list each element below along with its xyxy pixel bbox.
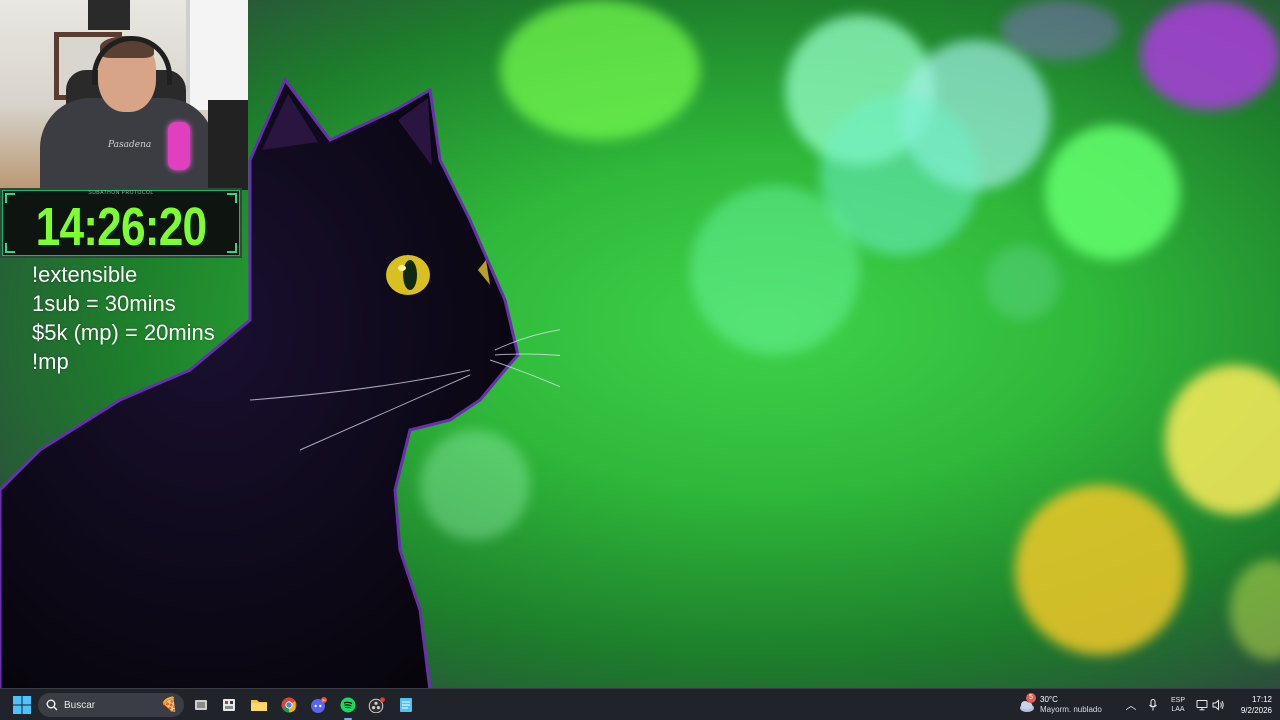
volume-button[interactable] <box>1210 693 1226 717</box>
windows-logo-icon <box>13 696 31 714</box>
obs-icon <box>368 697 385 713</box>
discord-badge: 9+ <box>322 699 326 703</box>
bokeh-light <box>1165 365 1280 515</box>
subathon-timer: 14:26:20 <box>35 197 208 257</box>
desktop: Pasadena SUBATHON PROTOCOL 14:26:20 !ext… <box>0 0 1280 720</box>
webcam-feed: Pasadena <box>0 0 248 190</box>
spotify-button[interactable] <box>335 693 361 720</box>
weather-description: Mayorm. nublado <box>1040 705 1102 714</box>
search-placeholder: Buscar <box>64 699 96 711</box>
monitor <box>208 100 248 190</box>
clock-time: 17:12 <box>1251 695 1272 704</box>
bokeh-light <box>1015 485 1185 655</box>
chrome-icon <box>281 697 297 713</box>
subathon-rules: !extensible 1sub = 30mins $5k (mp) = 20m… <box>32 260 215 376</box>
window-curtain <box>186 0 248 110</box>
notepad-button[interactable] <box>393 693 419 717</box>
shirt-text: Pasadena <box>108 140 152 150</box>
input-language-button[interactable]: ESP LAA <box>1166 693 1190 717</box>
notepad-icon <box>400 698 412 712</box>
subathon-timer-panel: SUBATHON PROTOCOL 14:26:20 <box>0 188 242 258</box>
file-explorer-button[interactable] <box>246 693 272 717</box>
language-code: ESP <box>1170 697 1185 704</box>
keyboard-layout: LAA <box>1171 706 1185 713</box>
bokeh-light <box>1000 0 1120 60</box>
clock-button[interactable]: 17:12 9/2/2026 <box>1228 693 1272 717</box>
start-button[interactable] <box>10 693 34 717</box>
rule-line: !mp <box>32 349 69 374</box>
discord-icon: 9+ <box>311 697 327 713</box>
microphone-tray-button[interactable] <box>1146 693 1160 717</box>
taskbar-search[interactable]: Buscar 🍕 <box>38 693 184 717</box>
network-button[interactable] <box>1194 693 1210 717</box>
bokeh-light <box>1045 125 1180 260</box>
speaker-icon <box>1212 699 1224 711</box>
tv <box>88 0 130 30</box>
task-view-icon <box>195 700 207 710</box>
folder-icon <box>251 700 267 711</box>
frame-corner <box>5 243 15 253</box>
rule-line: $5k (mp) = 20mins <box>32 320 215 345</box>
widgets-icon <box>223 699 235 711</box>
task-view-button[interactable] <box>188 693 214 717</box>
weather-text: 30°C Mayorm. nublado <box>1040 695 1102 715</box>
bokeh-light <box>985 245 1060 320</box>
bokeh-light <box>690 185 860 355</box>
obs-button[interactable] <box>364 693 390 717</box>
weather-widget[interactable]: 5 30°C Mayorm. nublado <box>1018 693 1116 717</box>
discord-button[interactable]: 9+ <box>306 693 332 717</box>
microphone-icon <box>1149 699 1157 711</box>
frame-corner <box>227 243 237 253</box>
rule-line: 1sub = 30mins <box>32 291 176 316</box>
weather-temperature: 30°C <box>1040 695 1058 704</box>
timer-caption: SUBATHON PROTOCOL <box>88 190 154 196</box>
network-monitor-icon <box>1196 700 1208 711</box>
rule-line: !extensible <box>32 262 138 287</box>
chevron-up-icon: ︿ <box>1125 700 1137 712</box>
bokeh-light <box>1230 560 1280 660</box>
spotify-icon <box>340 697 356 713</box>
bokeh-light <box>1140 0 1280 110</box>
weather-badge: 5 <box>1026 693 1036 703</box>
taskbar: Buscar 🍕 9+ 5 30°C Mayorm. nublado ︿ ESP… <box>0 688 1280 720</box>
pizza-icon: 🍕 <box>160 696 178 712</box>
show-hidden-icons-button[interactable]: ︿ <box>1124 693 1138 717</box>
widgets-button[interactable] <box>216 693 242 717</box>
chrome-button[interactable] <box>276 693 302 717</box>
microphone <box>168 122 190 170</box>
clock-date: 9/2/2026 <box>1240 706 1272 715</box>
search-icon <box>46 699 58 711</box>
